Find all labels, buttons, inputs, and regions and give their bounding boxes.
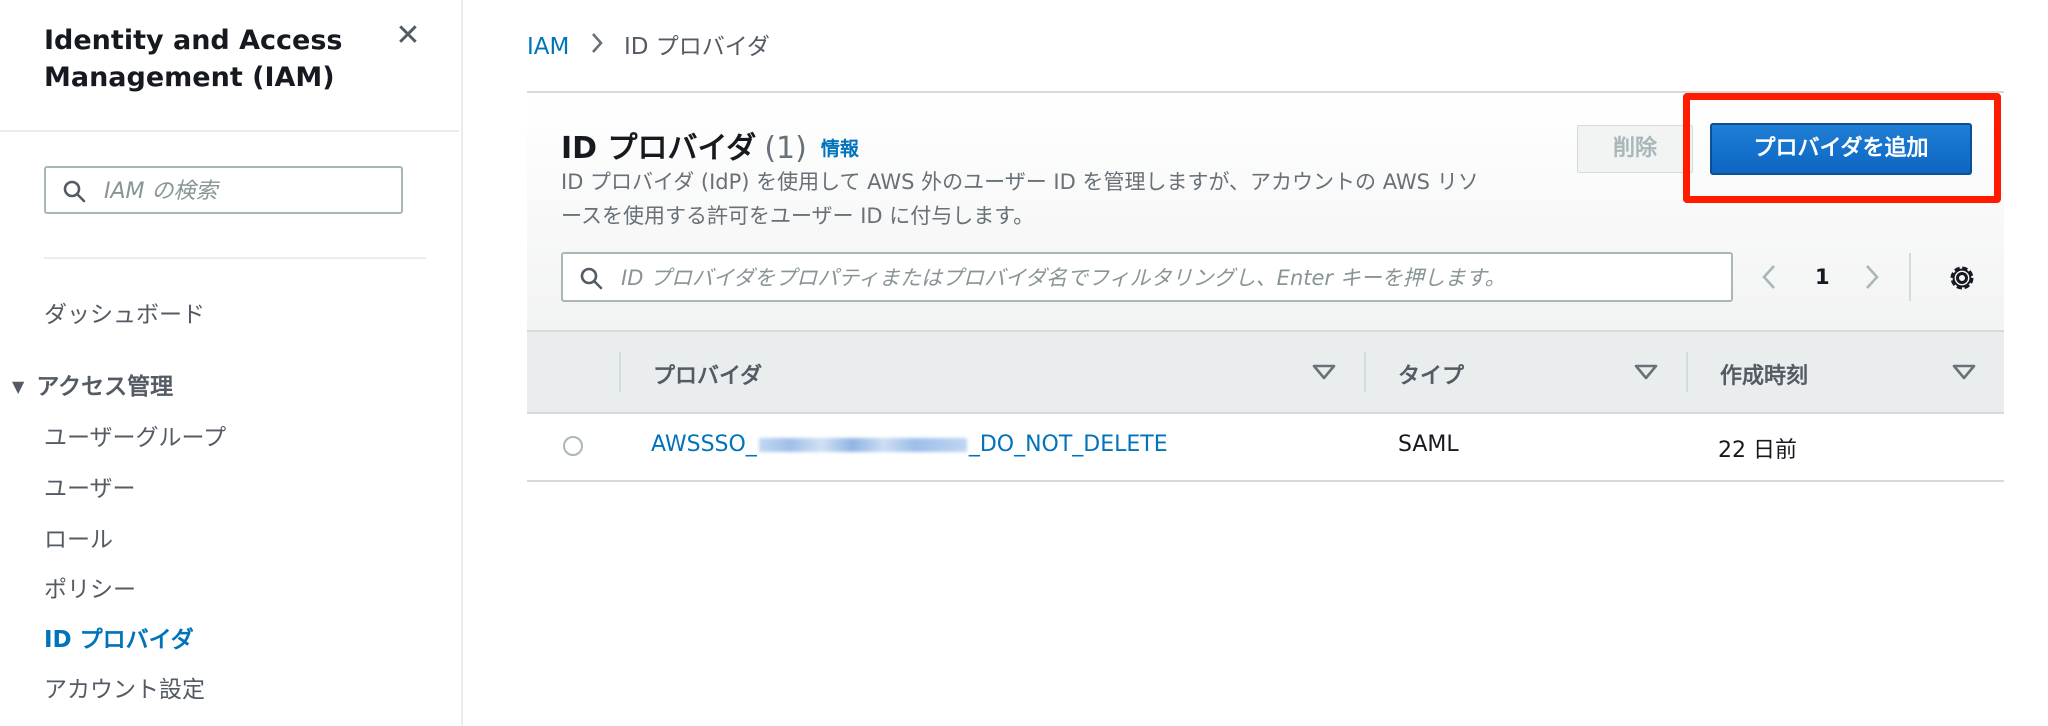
filter-search[interactable] [561,252,1733,302]
sidebar-search-input[interactable] [102,168,396,214]
table-row: AWSSSO_ _DO_NOT_DELETE SAML 22 日前 [527,414,2004,482]
divider [0,130,459,132]
filter-input[interactable] [619,254,1723,302]
search-icon [580,267,603,290]
column-headers: プロバイダ タイプ 作成時刻 [527,330,2004,414]
column-header-provider[interactable]: プロバイダ [653,358,762,390]
sidebar-item-user-groups[interactable]: ユーザーグループ [44,423,226,453]
table-header: ID プロバイダ (1) 情報 ID プロバイダ (IdP) を使用して AWS 外… [527,93,2004,330]
chevron-right-icon[interactable] [1864,263,1880,297]
info-link[interactable]: 情報 [821,138,859,160]
breadcrumb-iam-link[interactable]: IAM [527,34,569,60]
sidebar-title: Identity and Access Management (IAM) [44,25,343,93]
sidebar-item-policies[interactable]: ポリシー [44,575,136,605]
provider-created: 22 日前 [1718,438,1797,463]
column-divider [619,352,621,392]
sort-down-icon[interactable] [1312,364,1336,380]
page-number[interactable]: 1 [1815,265,1830,289]
divider [1909,253,1911,301]
redacted-text [758,438,967,452]
column-divider [1364,352,1366,392]
breadcrumb: IAM ID プロバイダ [527,32,770,62]
panel-title: ID プロバイダ [561,131,757,166]
chevron-left-icon[interactable] [1761,263,1777,297]
gear-icon[interactable] [1947,263,1977,293]
sidebar-item-account-settings[interactable]: アカウント設定 [44,675,205,705]
column-divider [1686,352,1688,392]
chevron-right-icon [577,32,617,62]
sort-down-icon[interactable] [1952,364,1976,380]
provider-count: (1) [764,131,807,166]
sort-down-icon[interactable] [1634,364,1658,380]
provider-type: SAML [1398,432,1459,457]
column-header-type[interactable]: タイプ [1398,358,1464,390]
row-radio[interactable] [563,436,583,456]
caret-down-icon: ▼ [12,377,25,396]
sidebar: Identity and Access Management (IAM) ✕ ダ… [0,0,463,726]
provider-name-suffix: _DO_NOT_DELETE [968,432,1168,457]
sidebar-search[interactable] [44,166,403,214]
sidebar-section-access-management[interactable]: ▼ アクセス管理 [12,372,173,402]
delete-button[interactable]: 削除 [1577,125,1693,173]
provider-name-prefix: AWSSSO_ [651,432,757,457]
sidebar-section-label: アクセス管理 [36,374,174,400]
breadcrumb-current: ID プロバイダ [624,34,770,60]
panel-description: ID プロバイダ (IdP) を使用して AWS 外のユーザー ID を管理しま… [561,170,1479,228]
search-icon [63,180,86,203]
sidebar-item-roles[interactable]: ロール [44,525,113,555]
sidebar-item-identity-providers[interactable]: ID プロバイダ [44,625,194,655]
identity-providers-table: ID プロバイダ (1) 情報 ID プロバイダ (IdP) を使用して AWS 外… [527,91,2004,482]
sidebar-item-users[interactable]: ユーザー [44,474,136,504]
sidebar-item-dashboard[interactable]: ダッシュボード [44,300,205,330]
add-provider-button[interactable]: プロバイダを追加 [1710,123,1972,175]
divider [44,257,426,259]
provider-link[interactable]: AWSSSO_ _DO_NOT_DELETE [651,432,1168,457]
close-icon[interactable]: ✕ [392,20,424,52]
page-title: ID プロバイダ (1) 情報 [561,123,859,167]
column-header-created[interactable]: 作成時刻 [1720,358,1808,390]
